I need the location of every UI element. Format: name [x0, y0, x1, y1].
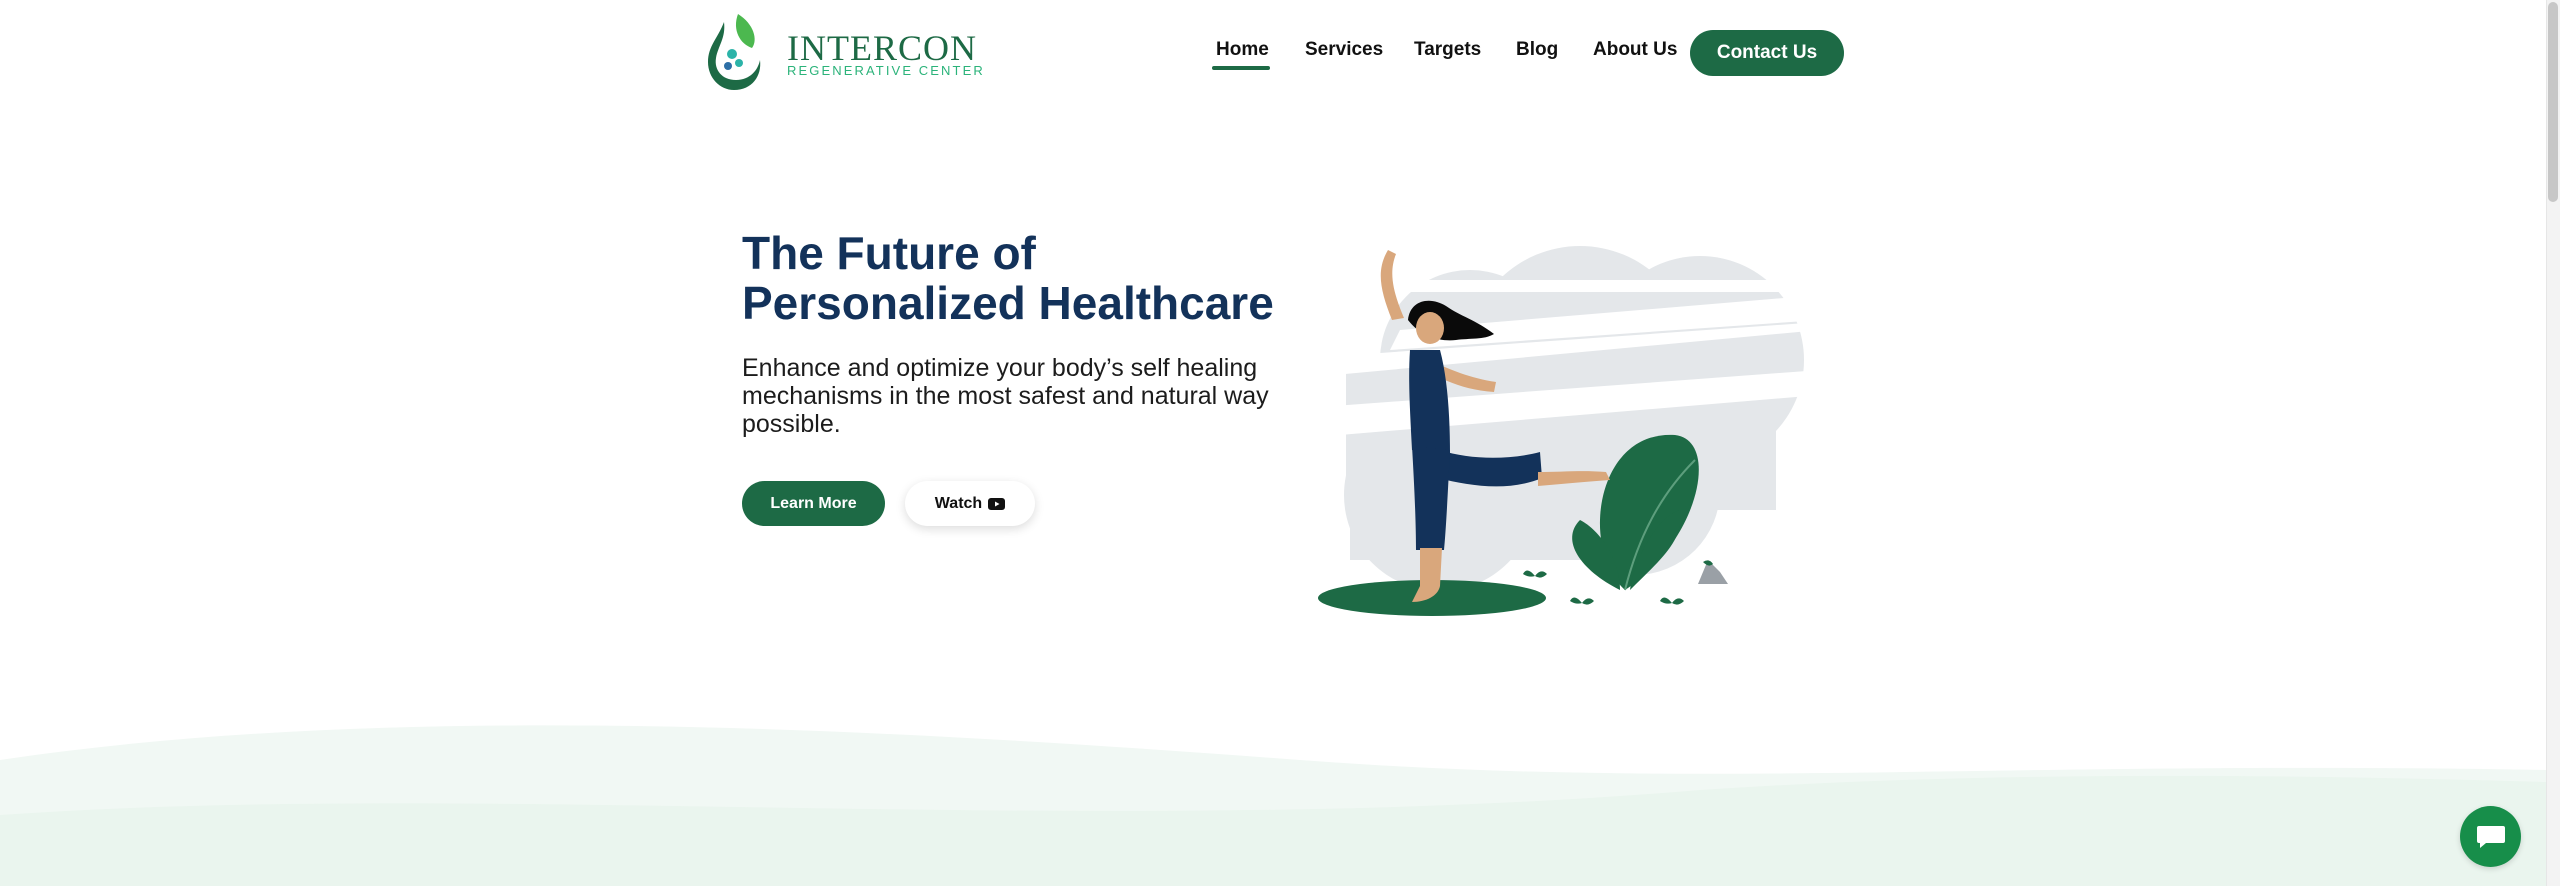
chat-bubble-icon [2476, 825, 2505, 848]
youtube-play-icon [988, 497, 1006, 510]
hero-title: The Future of Personalized Healthcare [742, 227, 1274, 329]
active-nav-indicator [1212, 66, 1270, 70]
nav-services[interactable]: Services [1305, 38, 1383, 62]
brand-name[interactable]: INTERCON [787, 28, 977, 68]
learn-more-button[interactable]: Learn More [742, 481, 885, 526]
nav-about-us[interactable]: About Us [1593, 38, 1677, 62]
contact-us-button[interactable]: Contact Us [1690, 30, 1844, 76]
brand-tagline: REGENERATIVE CENTER [787, 63, 985, 78]
bottom-wave-background [0, 725, 2546, 886]
watch-label: Watch [934, 494, 983, 512]
chat-button[interactable] [2460, 806, 2521, 867]
hero-illustration [1280, 246, 1820, 616]
scrollbar-thumb[interactable] [2548, 2, 2558, 202]
rock-icon [1698, 560, 1728, 584]
hero-subtitle: Enhance and optimize your body’s self he… [742, 354, 1269, 438]
learn-more-label: Learn More [770, 494, 857, 512]
nav-home[interactable]: Home [1216, 38, 1269, 62]
watch-button[interactable]: Watch [905, 481, 1035, 526]
nav-blog[interactable]: Blog [1516, 38, 1558, 62]
nav-targets[interactable]: Targets [1414, 38, 1481, 62]
